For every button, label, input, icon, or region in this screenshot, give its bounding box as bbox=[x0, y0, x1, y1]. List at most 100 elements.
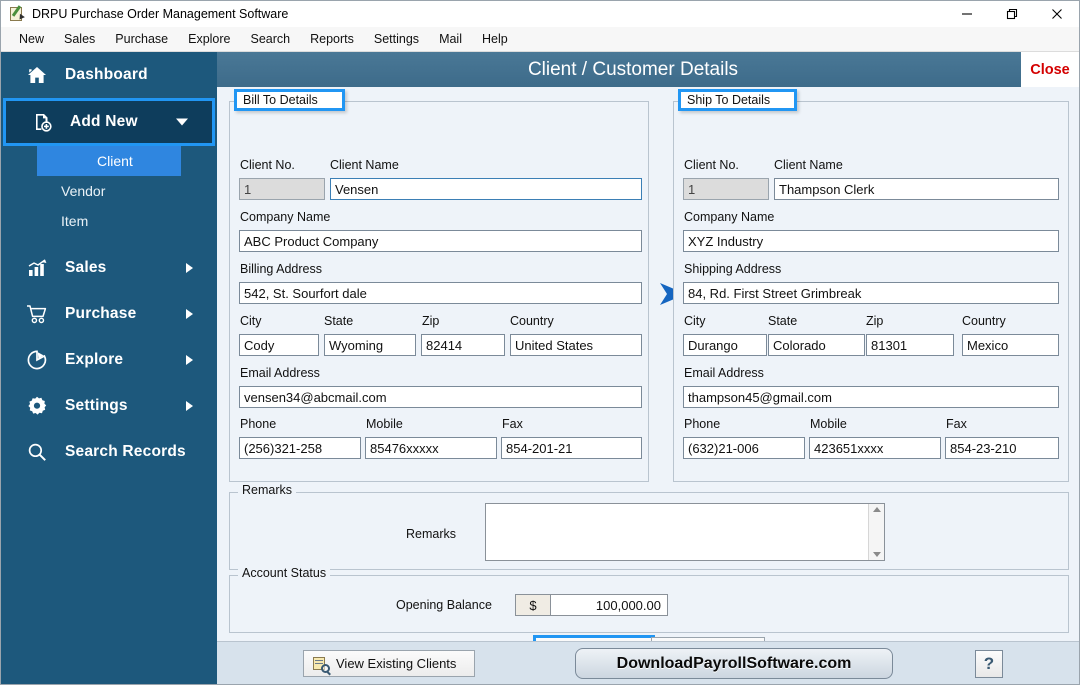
ship-state-label: State bbox=[768, 314, 798, 328]
bill-client-no-input[interactable]: 1 bbox=[239, 178, 325, 200]
ship-city-input[interactable]: Durango bbox=[683, 334, 767, 356]
bill-address-input[interactable]: 542, St. Sourfort dale bbox=[239, 282, 642, 304]
sidebar-item-explore[interactable]: Explore bbox=[1, 337, 217, 383]
ship-address-label: Shipping Address bbox=[684, 262, 782, 276]
ship-country-label: Country bbox=[962, 314, 1006, 328]
ship-email-input[interactable]: thampson45@gmail.com bbox=[683, 386, 1059, 408]
remarks-scrollbar[interactable] bbox=[868, 504, 884, 560]
menu-item-settings[interactable]: Settings bbox=[364, 29, 429, 49]
bill-email-label: Email Address bbox=[240, 366, 320, 380]
menu-item-search[interactable]: Search bbox=[241, 29, 301, 49]
chevron-right-icon bbox=[186, 401, 193, 411]
menu-item-reports[interactable]: Reports bbox=[300, 29, 364, 49]
sidebar-subitem-client[interactable]: Client bbox=[37, 146, 181, 176]
ship-fax-input[interactable]: 854-23-210 bbox=[945, 437, 1059, 459]
account-status-group: Account Status Opening Balance $ 100,000… bbox=[229, 566, 1069, 633]
remarks-group: Remarks Remarks bbox=[229, 483, 1069, 570]
menu-item-purchase[interactable]: Purchase bbox=[105, 29, 178, 49]
sidebar-item-sales[interactable]: Sales bbox=[1, 245, 217, 291]
page-title: Client / Customer Details bbox=[527, 58, 739, 80]
sidebar-item-label: Search Records bbox=[65, 443, 186, 460]
ship-client-name-input[interactable]: Thampson Clerk bbox=[774, 178, 1059, 200]
ship-state-input[interactable]: Colorado bbox=[768, 334, 865, 356]
sidebar-item-label: Sales bbox=[65, 259, 107, 276]
ship-fax-label: Fax bbox=[946, 417, 967, 431]
cart-icon bbox=[23, 304, 51, 324]
ship-client-no-label: Client No. bbox=[684, 158, 739, 172]
close-icon[interactable] bbox=[1034, 1, 1079, 27]
remarks-textarea[interactable] bbox=[485, 503, 885, 561]
brand-logo: DownloadPayrollSoftware.com bbox=[575, 648, 893, 679]
help-button[interactable]: ? bbox=[975, 650, 1003, 678]
sidebar-item-purchase[interactable]: Purchase bbox=[1, 291, 217, 337]
sidebar-item-settings[interactable]: Settings bbox=[1, 383, 217, 429]
sidebar-subitem-label: Client bbox=[97, 153, 133, 169]
ship-company-name-input[interactable]: XYZ Industry bbox=[683, 230, 1059, 252]
sidebar-subitem-item[interactable]: Item bbox=[1, 206, 217, 236]
bill-client-name-input[interactable]: Vensen bbox=[330, 178, 642, 200]
question-mark-icon: ? bbox=[983, 654, 995, 673]
account-status-group-title: Account Status bbox=[238, 566, 331, 580]
chevron-down-icon bbox=[176, 118, 188, 126]
chevron-down-icon[interactable] bbox=[872, 552, 881, 557]
chevron-up-icon[interactable] bbox=[872, 507, 881, 512]
ship-phone-label: Phone bbox=[684, 417, 721, 431]
sidebar-item-search-records[interactable]: Search Records bbox=[1, 429, 217, 475]
ship-phone-input[interactable]: (632)21-006 bbox=[683, 437, 805, 459]
bill-country-input[interactable]: United States bbox=[510, 334, 642, 356]
chevron-right-icon bbox=[186, 263, 193, 273]
bill-client-name-label: Client Name bbox=[330, 158, 399, 172]
ship-company-name-label: Company Name bbox=[684, 210, 775, 224]
bill-to-group-title[interactable]: Bill To Details bbox=[234, 89, 345, 111]
add-file-icon bbox=[28, 112, 56, 132]
opening-balance-input[interactable]: 100,000.00 bbox=[551, 594, 668, 616]
sidebar-item-label: Settings bbox=[65, 397, 128, 414]
bill-fax-input[interactable]: 854-201-21 bbox=[501, 437, 642, 459]
bill-email-input[interactable]: vensen34@abcmail.com bbox=[239, 386, 642, 408]
window-controls bbox=[944, 1, 1079, 27]
pie-chart-icon bbox=[23, 350, 51, 370]
footer-bar: View Existing Clients DownloadPayrollSof… bbox=[217, 641, 1079, 684]
menu-item-new[interactable]: New bbox=[9, 29, 54, 49]
menu-item-help[interactable]: Help bbox=[472, 29, 518, 49]
ship-mobile-input[interactable]: 423651xxxx bbox=[809, 437, 941, 459]
sidebar-subitem-vendor[interactable]: Vendor bbox=[1, 176, 217, 206]
remarks-group-title: Remarks bbox=[238, 483, 297, 497]
chevron-right-icon bbox=[186, 309, 193, 319]
app-notepad-icon bbox=[9, 5, 25, 22]
bill-state-input[interactable]: Wyoming bbox=[324, 334, 416, 356]
view-existing-clients-button[interactable]: View Existing Clients bbox=[303, 650, 475, 677]
opening-balance-label: Opening Balance bbox=[396, 598, 492, 612]
restore-icon[interactable] bbox=[989, 1, 1034, 27]
home-icon bbox=[23, 66, 51, 85]
sidebar: Dashboard Add New Client Vendor Item Sal… bbox=[1, 52, 217, 684]
ship-zip-input[interactable]: 81301 bbox=[866, 334, 954, 356]
bill-zip-input[interactable]: 82414 bbox=[421, 334, 505, 356]
menu-item-sales[interactable]: Sales bbox=[54, 29, 105, 49]
bill-city-input[interactable]: Cody bbox=[239, 334, 319, 356]
ship-address-input[interactable]: 84, Rd. First Street Grimbreak bbox=[683, 282, 1059, 304]
bill-mobile-input[interactable]: 85476xxxxx bbox=[365, 437, 497, 459]
view-existing-clients-label: View Existing Clients bbox=[336, 656, 457, 671]
gear-icon bbox=[23, 396, 51, 416]
sidebar-item-add-new[interactable]: Add New bbox=[3, 98, 215, 146]
bill-address-label: Billing Address bbox=[240, 262, 322, 276]
bill-company-name-input[interactable]: ABC Product Company bbox=[239, 230, 642, 252]
ship-country-input[interactable]: Mexico bbox=[962, 334, 1059, 356]
menu-item-mail[interactable]: Mail bbox=[429, 29, 472, 49]
sidebar-item-label: Dashboard bbox=[65, 66, 148, 83]
ship-zip-label: Zip bbox=[866, 314, 884, 328]
bill-to-group: Bill To Details Client No. Client Name 1… bbox=[229, 89, 649, 482]
ship-client-no-input[interactable]: 1 bbox=[683, 178, 769, 200]
bar-chart-icon bbox=[23, 258, 51, 278]
remarks-textarea-value bbox=[486, 504, 868, 560]
page-header: Client / Customer Details Close bbox=[217, 52, 1079, 87]
bill-phone-input[interactable]: (256)321-258 bbox=[239, 437, 361, 459]
remarks-field-label: Remarks bbox=[406, 527, 457, 541]
minimize-icon[interactable] bbox=[944, 1, 989, 27]
sidebar-item-dashboard[interactable]: Dashboard bbox=[1, 52, 217, 98]
close-page-button[interactable]: Close bbox=[1021, 52, 1079, 87]
menu-item-explore[interactable]: Explore bbox=[178, 29, 240, 49]
sidebar-item-label: Explore bbox=[65, 351, 124, 368]
ship-to-group-title[interactable]: Ship To Details bbox=[678, 89, 798, 111]
